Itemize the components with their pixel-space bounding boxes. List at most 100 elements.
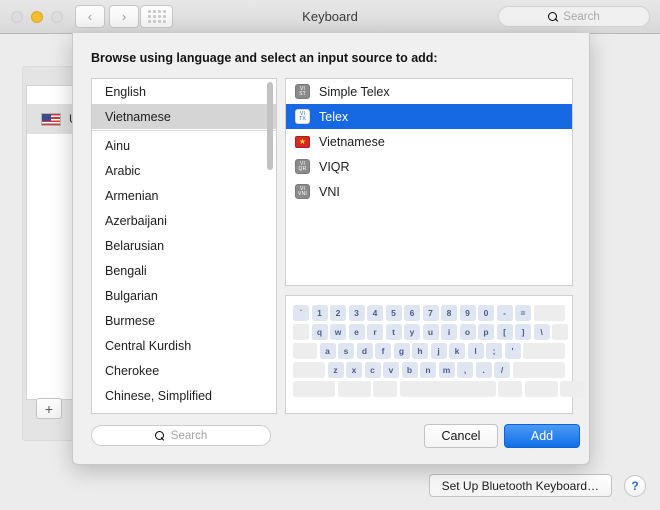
language-list-item[interactable]: Arabic — [92, 158, 276, 183]
keyboard-key[interactable]: f — [375, 343, 391, 359]
search-input[interactable]: Search — [498, 6, 650, 27]
set-up-bluetooth-keyboard-button[interactable]: Set Up Bluetooth Keyboard… — [428, 474, 612, 497]
keyboard-key[interactable]: l — [467, 343, 484, 359]
language-list-item[interactable]: Vietnamese — [92, 104, 276, 129]
keyboard-key[interactable]: , — [457, 362, 473, 378]
keyboard-key[interactable]: c — [364, 362, 381, 378]
sheet-heading: Browse using language and select an inpu… — [91, 51, 438, 65]
input-source-label: VNI — [319, 184, 340, 199]
cancel-button[interactable]: Cancel — [424, 424, 498, 448]
keyboard-key-blank — [498, 381, 522, 397]
keyboard-key[interactable]: u — [422, 324, 439, 340]
keyboard-key[interactable]: ' — [504, 343, 521, 359]
keyboard-key-blank — [512, 362, 565, 378]
keyboard-key[interactable]: ` — [293, 305, 309, 321]
language-list-item[interactable]: Central Kurdish — [92, 333, 276, 358]
input-source-label: Telex — [319, 109, 349, 124]
keyboard-key-blank — [524, 381, 558, 397]
keyboard-key[interactable]: q — [311, 324, 328, 340]
keyboard-key-blank — [523, 343, 565, 359]
input-source-list-item[interactable]: VI QR VIQR — [286, 154, 572, 179]
keyboard-key[interactable]: 4 — [367, 305, 383, 321]
language-list-item[interactable]: Cherokee — [92, 358, 276, 383]
language-list-items: English Vietnamese Ainu Arabic Armenian Azerb… — [92, 79, 276, 408]
language-list-item[interactable]: Belarusian — [92, 233, 276, 258]
keyboard-key[interactable]: - — [496, 305, 513, 321]
language-list-item[interactable]: Bulgarian — [92, 283, 276, 308]
keyboard-key[interactable]: p — [478, 324, 494, 340]
input-source-list-item[interactable]: VI VNI VNI — [286, 179, 572, 204]
us-flag-icon — [41, 112, 61, 126]
keyboard-key[interactable]: 6 — [404, 305, 420, 321]
keyboard-key[interactable]: s — [338, 343, 354, 359]
help-button[interactable]: ? — [624, 475, 646, 497]
language-list-item[interactable]: Bengali — [92, 258, 276, 283]
keyboard-key[interactable]: 7 — [422, 305, 439, 321]
keyboard-key[interactable]: g — [393, 343, 410, 359]
keyboard-key[interactable]: n — [420, 362, 436, 378]
keyboard-key[interactable]: 1 — [311, 305, 328, 321]
language-list[interactable]: English Vietnamese Ainu Arabic Armenian Azerb… — [91, 78, 277, 414]
input-source-list-item[interactable]: VI TX Telex — [286, 104, 572, 129]
keyboard-key[interactable]: . — [475, 362, 492, 378]
keyboard-key[interactable]: e — [348, 324, 365, 340]
keyboard-key-blank — [293, 343, 317, 359]
keyboard-key[interactable]: 9 — [459, 305, 476, 321]
language-list-item[interactable]: Chinese, Simplified — [92, 383, 276, 408]
keyboard-key-blank — [399, 381, 496, 397]
input-source-list-item[interactable]: ★ Vietnamese — [286, 129, 572, 154]
input-source-label: Vietnamese — [319, 134, 385, 149]
language-list-item[interactable]: English — [92, 79, 276, 104]
add-input-source-sheet: Browse using language and select an inpu… — [72, 33, 590, 465]
keyboard-key[interactable]: b — [401, 362, 418, 378]
keyboard-key[interactable]: a — [319, 343, 336, 359]
keyboard-row: z x c v b n m,. / — [293, 362, 565, 378]
keyboard-key-blank — [373, 381, 397, 397]
keyboard-key[interactable]: m — [438, 362, 455, 378]
input-source-list[interactable]: VI ST Simple Telex VI TX Telex ★ Vietnamese VI QR… — [285, 78, 573, 286]
keyboard-key[interactable]: ] — [515, 324, 531, 340]
keyboard-key[interactable]: z — [327, 362, 344, 378]
sheet-search-input[interactable]: Search — [91, 425, 271, 446]
keyboard-row: ` 1 2 3 4 5 6 7 8 9 0- = — [293, 305, 565, 321]
keyboard-key[interactable]: h — [412, 343, 428, 359]
keyboard-key[interactable]: = — [515, 305, 531, 321]
keyboard-key[interactable]: ; — [486, 343, 502, 359]
language-list-scrollbar[interactable] — [267, 82, 273, 170]
language-list-item[interactable]: Burmese — [92, 308, 276, 333]
language-list-item[interactable]: Armenian — [92, 183, 276, 208]
input-source-list-items: VI ST Simple Telex VI TX Telex ★ Vietnamese VI QR… — [286, 79, 572, 204]
keyboard-key[interactable]: / — [494, 362, 510, 378]
keyboard-key[interactable]: y — [404, 324, 420, 340]
keyboard-key[interactable]: w — [330, 324, 346, 340]
keyboard-key[interactable]: k — [449, 343, 465, 359]
language-list-item[interactable]: Azerbaijani — [92, 208, 276, 233]
language-list-separator — [92, 130, 276, 131]
keyboard-key[interactable]: o — [459, 324, 476, 340]
keyboard-key[interactable]: 3 — [348, 305, 365, 321]
keyboard-key[interactable]: r — [367, 324, 383, 340]
keyboard-key[interactable]: \ — [533, 324, 550, 340]
keyboard-key-blank — [293, 362, 325, 378]
input-source-list-item[interactable]: VI ST Simple Telex — [286, 79, 572, 104]
keyboard-key[interactable]: d — [356, 343, 373, 359]
title-bar: ‹ › Keyboard Search — [0, 0, 660, 34]
add-input-source-button[interactable]: + — [36, 398, 62, 419]
keyboard-key[interactable]: [ — [496, 324, 513, 340]
language-list-item[interactable]: Ainu — [92, 133, 276, 158]
keyboard-key[interactable]: v — [383, 362, 399, 378]
keyboard-key-blank — [293, 324, 309, 340]
keyboard-key[interactable]: 5 — [385, 305, 402, 321]
keyboard-key[interactable]: 0 — [478, 305, 494, 321]
search-icon — [154, 430, 165, 441]
keyboard-key[interactable]: x — [346, 362, 362, 378]
keyboard-key[interactable]: i — [441, 324, 457, 340]
keyboard-key[interactable]: j — [430, 343, 447, 359]
keyboard-key[interactable]: 2 — [330, 305, 346, 321]
keyboard-key[interactable]: 8 — [441, 305, 457, 321]
add-button[interactable]: Add — [504, 424, 580, 448]
input-source-badge-icon: VI ST — [295, 84, 310, 99]
vietnam-flag-icon: ★ — [295, 135, 310, 148]
input-source-label: Simple Telex — [319, 84, 390, 99]
keyboard-key[interactable]: t — [385, 324, 402, 340]
